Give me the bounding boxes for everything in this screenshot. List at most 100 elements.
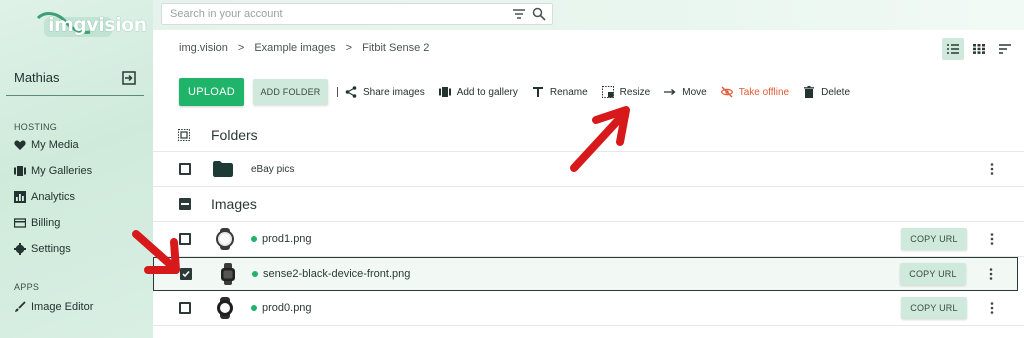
image-thumbnail	[216, 228, 234, 250]
image-row-selected[interactable]: sense2-black-device-front.png COPY URL	[153, 257, 1018, 291]
text-icon	[532, 87, 543, 97]
image-row[interactable]: prod0.png COPY URL	[153, 291, 1024, 326]
image-thumbnail	[221, 263, 235, 285]
image-filename[interactable]: sense2-black-device-front.png	[263, 268, 410, 280]
search-box[interactable]	[161, 3, 553, 25]
more-options-icon[interactable]	[990, 233, 994, 245]
delete-action[interactable]: Delete	[803, 86, 850, 98]
section-label-hosting: HOSTING	[14, 122, 58, 132]
action-label: Rename	[549, 86, 588, 98]
list-view-button[interactable]	[942, 38, 964, 60]
upload-button[interactable]: UPLOAD	[179, 78, 244, 106]
more-options-icon[interactable]	[990, 163, 994, 175]
select-all-folders-icon[interactable]	[178, 128, 190, 141]
toolbar: UPLOAD ADD FOLDER Share images Add to ga…	[179, 78, 864, 106]
sidebar-item-label: My Media	[31, 139, 79, 151]
chart-icon	[14, 191, 26, 203]
breadcrumb-item: Fitbit Sense 2	[362, 42, 430, 54]
toolbar-divider	[337, 87, 338, 97]
move-action[interactable]: Move	[664, 86, 707, 98]
sidebar-item-my-galleries[interactable]: My Galleries	[14, 165, 92, 177]
image-filename[interactable]: prod1.png	[262, 233, 312, 245]
action-label: Take offline	[738, 86, 790, 98]
check-icon	[182, 270, 190, 278]
grid-view-button[interactable]	[968, 38, 990, 60]
section-label-apps: APPS	[14, 282, 40, 292]
main-area: img.vision > Example images > Fitbit Sen…	[153, 0, 1024, 338]
online-status-dot	[251, 236, 257, 242]
logout-icon[interactable]	[122, 70, 136, 85]
gallery-icon	[14, 166, 26, 176]
action-label: Move	[682, 86, 707, 98]
copy-url-button[interactable]: COPY URL	[900, 263, 966, 285]
sidebar-item-image-editor[interactable]: Image Editor	[14, 301, 93, 313]
copy-url-button[interactable]: COPY URL	[901, 228, 967, 250]
more-options-icon[interactable]	[989, 268, 993, 280]
select-all-images-checkbox[interactable]	[179, 198, 191, 210]
imgvision-logo[interactable]: imgvision	[36, 10, 147, 40]
add-to-gallery-action[interactable]: Add to gallery	[438, 86, 518, 98]
action-label: Share images	[363, 86, 425, 98]
image-filename[interactable]: prod0.png	[262, 302, 312, 314]
resize-action[interactable]: Resize	[601, 86, 650, 98]
sidebar-item-label: Billing	[31, 217, 61, 229]
breadcrumb-item[interactable]: img.vision	[179, 42, 228, 54]
arrow-right-icon	[664, 89, 676, 95]
sidebar-item-label: Settings	[31, 243, 71, 255]
list-icon	[947, 44, 959, 54]
folder-icon	[213, 161, 233, 177]
view-toggle	[942, 38, 1016, 60]
gallery-icon	[438, 87, 451, 97]
image-checkbox[interactable]	[179, 233, 191, 245]
sort-icon	[999, 44, 1011, 54]
search-icon[interactable]	[532, 7, 546, 21]
sidebar-item-settings[interactable]: Settings	[14, 243, 71, 255]
images-title: Images	[211, 196, 257, 212]
online-status-dot	[251, 305, 257, 311]
image-thumbnail	[217, 297, 233, 319]
minus-icon	[181, 202, 189, 205]
images-header-row: Images	[153, 187, 1024, 222]
top-bar	[153, 0, 1024, 30]
sort-button[interactable]	[994, 38, 1016, 60]
grid-icon	[973, 44, 985, 54]
sidebar-item-label: Analytics	[31, 191, 76, 203]
chevron-right-icon: >	[237, 42, 245, 54]
folders-title: Folders	[211, 126, 258, 143]
sidebar-item-label: Image Editor	[31, 301, 94, 313]
share-icon	[345, 86, 357, 98]
user-name: Mathias	[14, 70, 60, 85]
gear-icon	[14, 243, 26, 255]
folder-row[interactable]: eBay pics	[153, 152, 1024, 187]
sidebar-item-billing[interactable]: Billing	[14, 217, 60, 229]
trash-icon	[804, 86, 815, 98]
folder-name[interactable]: eBay pics	[251, 164, 294, 175]
more-options-icon[interactable]	[990, 302, 994, 314]
rename-action[interactable]: Rename	[532, 86, 588, 98]
filter-icon[interactable]	[512, 7, 526, 21]
heart-icon	[14, 140, 26, 150]
share-images-action[interactable]: Share images	[345, 86, 425, 98]
chevron-right-icon: >	[345, 42, 353, 54]
image-checkbox[interactable]	[180, 268, 192, 280]
sidebar: imgvision Mathias HOSTING My Media My Ga…	[0, 0, 153, 338]
eye-off-icon	[720, 86, 733, 98]
image-checkbox[interactable]	[179, 302, 191, 314]
folder-checkbox[interactable]	[179, 163, 191, 175]
online-status-dot	[252, 271, 258, 277]
sidebar-item-analytics[interactable]: Analytics	[14, 191, 75, 203]
sidebar-item-my-media[interactable]: My Media	[14, 139, 79, 151]
search-input[interactable]	[170, 8, 512, 20]
action-label: Add to gallery	[456, 86, 518, 98]
image-row[interactable]: prod1.png COPY URL	[153, 222, 1024, 257]
brush-icon	[15, 301, 26, 312]
card-icon	[14, 218, 26, 228]
action-label: Delete	[821, 86, 851, 98]
resize-icon	[601, 86, 614, 98]
user-row: Mathias	[6, 66, 144, 96]
add-folder-button[interactable]: ADD FOLDER	[253, 79, 328, 105]
take-offline-action[interactable]: Take offline	[720, 86, 790, 98]
copy-url-button[interactable]: COPY URL	[901, 297, 967, 319]
breadcrumb: img.vision > Example images > Fitbit Sen…	[179, 42, 429, 54]
breadcrumb-item[interactable]: Example images	[254, 42, 335, 54]
